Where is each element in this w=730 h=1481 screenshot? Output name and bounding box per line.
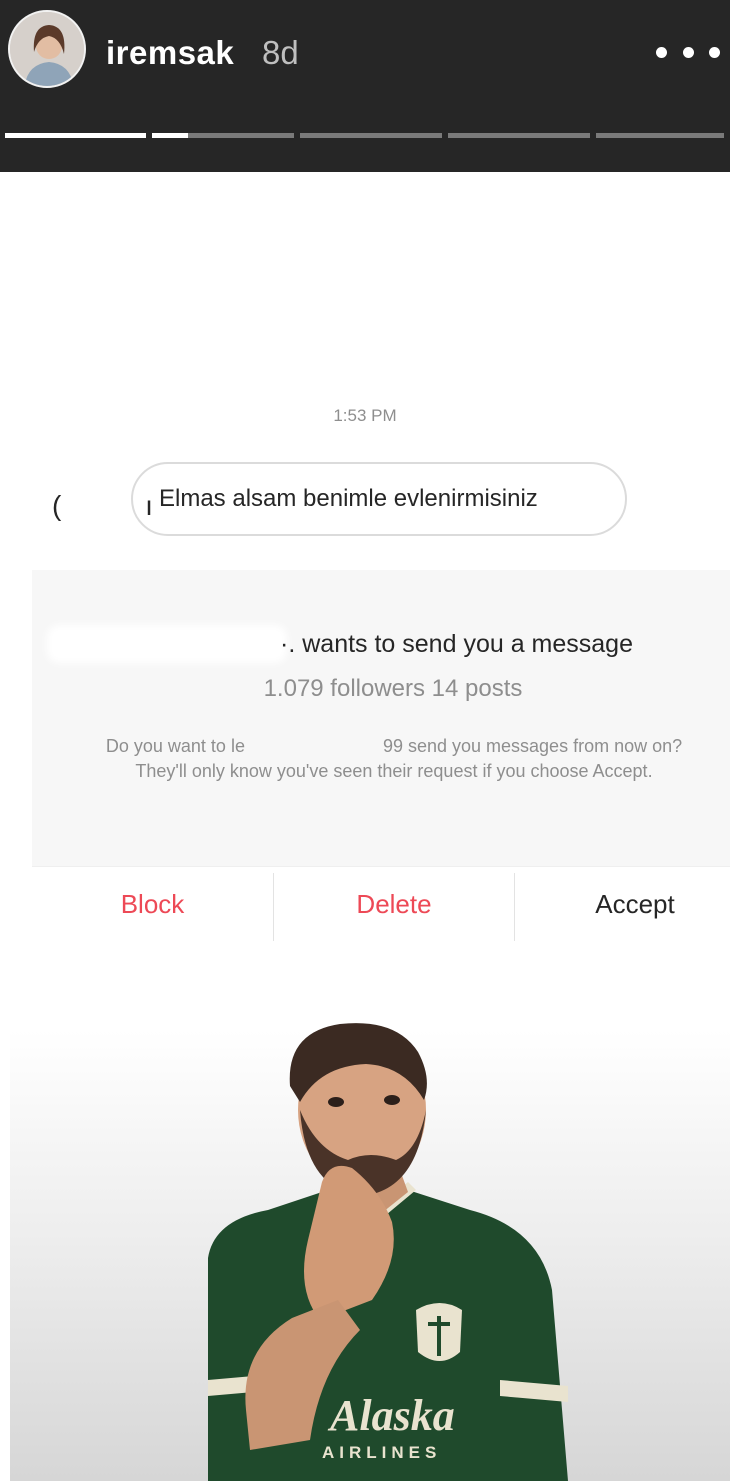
jersey-sponsor-sub: AIRLINES: [322, 1443, 441, 1462]
jersey-sponsor: Alaska: [327, 1391, 455, 1440]
thinking-man-sticker[interactable]: Alaska AIRLINES: [0, 0, 730, 1481]
